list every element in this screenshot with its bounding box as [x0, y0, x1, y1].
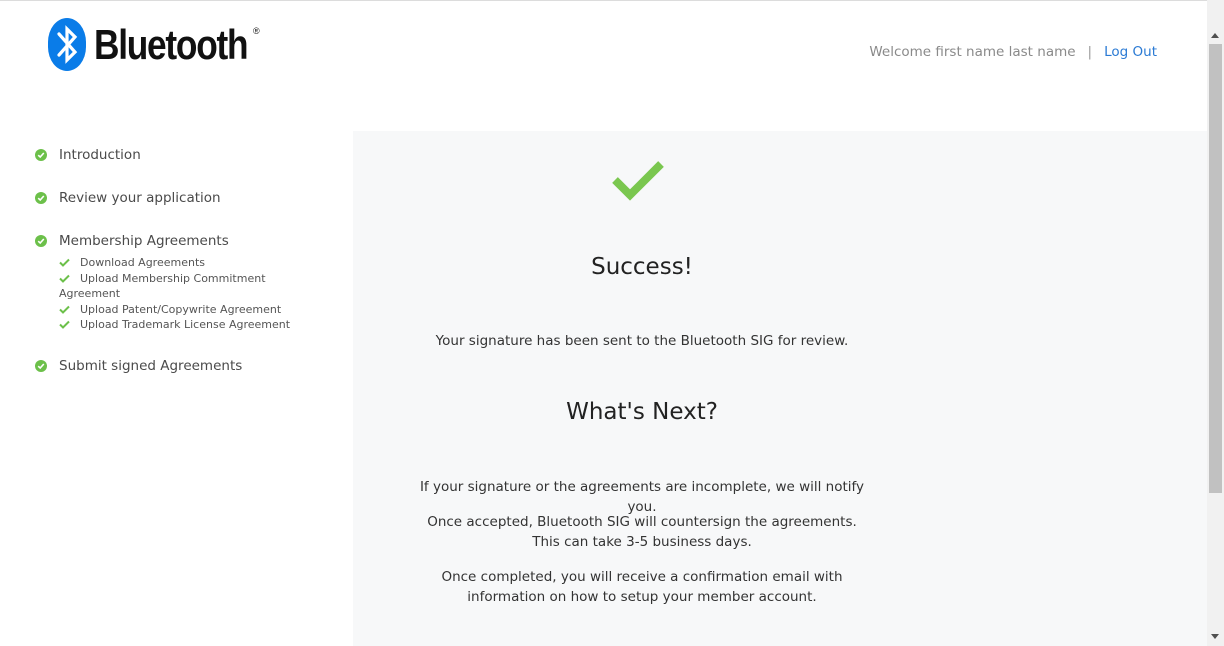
- step-label: Membership Agreements: [59, 233, 229, 249]
- next-paragraph-text: Once completed, you will receive a confi…: [441, 569, 843, 605]
- membership-substeps: Download Agreements Upload Membership Co…: [59, 255, 299, 333]
- step-introduction[interactable]: Introduction: [35, 147, 141, 163]
- next-paragraph-2: Once accepted, Bluetooth SIG will counte…: [353, 513, 931, 552]
- check-circle-icon: [35, 192, 47, 204]
- substep-label: Upload Membership Commitment Agreement: [59, 271, 266, 301]
- substep-upload-patent-copywrite[interactable]: Upload Patent/Copywrite Agreement: [59, 302, 299, 318]
- scroll-down-arrow-icon[interactable]: [1211, 634, 1219, 639]
- check-circle-icon: [35, 149, 47, 161]
- step-label: Review your application: [59, 190, 221, 206]
- substep-label: Download Agreements: [80, 256, 205, 269]
- next-paragraph-3: Once completed, you will receive a confi…: [353, 568, 931, 607]
- step-membership-agreements[interactable]: Membership Agreements: [35, 233, 229, 249]
- check-circle-icon: [35, 360, 47, 372]
- success-title: Success!: [591, 254, 693, 280]
- header-separator: |: [1087, 44, 1093, 60]
- registered-mark: ®: [253, 26, 260, 36]
- success-message-text: Your signature has been sent to the Blue…: [435, 333, 849, 349]
- vertical-scrollbar[interactable]: [1207, 0, 1224, 646]
- substep-download-agreements[interactable]: Download Agreements: [59, 255, 299, 271]
- scroll-up-arrow-icon[interactable]: [1211, 33, 1219, 38]
- substep-upload-trademark-license[interactable]: Upload Trademark License Agreement: [59, 317, 299, 333]
- success-panel: Success! Your signature has been sent to…: [353, 131, 1207, 646]
- scroll-thumb[interactable]: [1209, 44, 1222, 493]
- whats-next-title: What's Next?: [566, 399, 718, 425]
- check-icon: [59, 258, 70, 267]
- logo-wordmark: Bluetooth: [94, 21, 249, 68]
- substep-label: Upload Trademark License Agreement: [80, 318, 291, 331]
- step-submit-signed-agreements[interactable]: Submit signed Agreements: [35, 358, 242, 374]
- large-check-icon: [612, 161, 664, 201]
- step-label: Introduction: [59, 147, 141, 163]
- check-icon: [59, 320, 70, 329]
- step-review-application[interactable]: Review your application: [35, 190, 221, 206]
- step-label: Submit signed Agreements: [59, 358, 243, 374]
- substep-upload-membership-commitment[interactable]: Upload Membership Commitment Agreement: [59, 271, 299, 302]
- check-icon: [59, 274, 70, 283]
- top-border: [0, 0, 1207, 1]
- success-message: Your signature has been sent to the Blue…: [353, 332, 931, 352]
- substep-label: Upload Patent/Copywrite Agreement: [80, 302, 282, 316]
- check-circle-icon: [35, 235, 47, 247]
- header-user-area: Welcome first name last name | Log Out: [869, 44, 1157, 60]
- next-paragraph-1: If your signature or the agreements are …: [353, 478, 931, 517]
- logout-link[interactable]: Log Out: [1104, 44, 1157, 60]
- bluetooth-rune-icon: [48, 17, 86, 71]
- next-paragraph-text: Once accepted, Bluetooth SIG will counte…: [427, 514, 857, 550]
- bluetooth-logo[interactable]: Bluetooth: [48, 17, 276, 71]
- check-icon: [59, 305, 70, 314]
- welcome-text: Welcome first name last name: [869, 44, 1076, 60]
- next-paragraph-text: If your signature or the agreements are …: [419, 479, 865, 515]
